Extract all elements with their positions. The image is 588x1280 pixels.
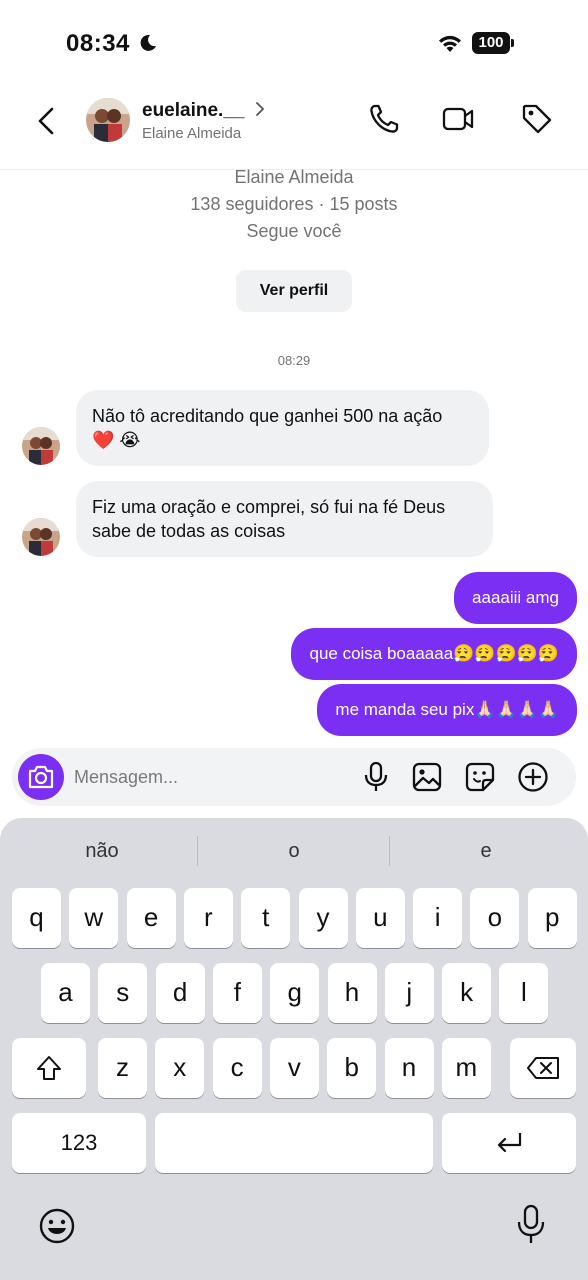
key-e[interactable]: e xyxy=(126,888,176,948)
key-t[interactable]: t xyxy=(241,888,291,948)
dictation-icon[interactable] xyxy=(514,1204,548,1246)
profile-summary: Elaine Almeida 138 seguidores · 15 posts… xyxy=(0,164,588,245)
shift-icon xyxy=(37,1056,61,1080)
back-chevron-icon[interactable] xyxy=(30,104,64,138)
outgoing-message[interactable]: aaaaiii amg xyxy=(454,572,577,624)
incoming-message[interactable]: Não tô acreditando que ganhei 500 na açã… xyxy=(76,390,489,466)
chevron-right-icon xyxy=(256,102,265,116)
key-x[interactable]: x xyxy=(155,1038,205,1098)
suggestion-divider xyxy=(389,836,390,866)
message-line: Fiz uma oração e comprei, só fui na fé D… xyxy=(92,497,446,517)
key-a[interactable]: a xyxy=(41,963,90,1023)
view-profile-button[interactable]: Ver perfil xyxy=(236,270,352,312)
outgoing-message[interactable]: me manda seu pix🙏🏻🙏🏻🙏🏻🙏🏻 xyxy=(317,684,577,736)
wifi-icon xyxy=(439,35,461,52)
avatar[interactable] xyxy=(86,98,130,142)
battery-nub xyxy=(511,39,514,47)
tag-icon[interactable] xyxy=(520,102,554,136)
sticker-icon[interactable] xyxy=(464,761,496,793)
microphone-icon[interactable] xyxy=(360,761,392,793)
key-p[interactable]: p xyxy=(527,888,577,948)
key-o[interactable]: o xyxy=(470,888,520,948)
key-s[interactable]: s xyxy=(98,963,148,1023)
message-line: sabe de todas as coisas xyxy=(92,521,286,541)
backspace-key[interactable] xyxy=(510,1038,576,1098)
message-composer xyxy=(12,748,576,806)
sender-avatar[interactable] xyxy=(22,518,60,556)
plus-icon[interactable] xyxy=(517,761,549,793)
suggestion-divider xyxy=(197,836,198,866)
incoming-message[interactable]: Fiz uma oração e comprei, só fui na fé D… xyxy=(76,481,493,557)
key-n[interactable]: n xyxy=(384,1038,434,1098)
key-f[interactable]: f xyxy=(212,963,262,1023)
moon-icon xyxy=(140,34,156,51)
key-c[interactable]: c xyxy=(212,1038,262,1098)
return-key[interactable] xyxy=(442,1113,576,1173)
key-z[interactable]: z xyxy=(98,1038,147,1098)
message-timestamp: 08:29 xyxy=(277,353,311,368)
return-icon xyxy=(497,1133,522,1153)
numbers-key[interactable]: 123 xyxy=(12,1113,146,1173)
backspace-icon xyxy=(527,1057,559,1079)
key-m[interactable]: m xyxy=(441,1038,491,1098)
message-line: Não tô acreditando que ganhei 500 na açã… xyxy=(92,406,443,426)
key-r[interactable]: r xyxy=(183,888,233,948)
shift-key[interactable] xyxy=(12,1038,86,1098)
key-w[interactable]: w xyxy=(69,888,119,948)
camera-button[interactable] xyxy=(18,754,64,800)
contact-username[interactable]: euelaine.__ xyxy=(142,100,244,122)
sender-avatar[interactable] xyxy=(22,427,60,465)
key-q[interactable]: q xyxy=(12,888,61,948)
contact-full-name: Elaine Almeida xyxy=(142,125,242,142)
key-y[interactable]: y xyxy=(298,888,348,948)
key-j[interactable]: j xyxy=(384,963,434,1023)
key-d[interactable]: d xyxy=(155,963,205,1023)
emoji-icon[interactable] xyxy=(38,1207,76,1245)
suggestion-1[interactable]: não xyxy=(7,836,197,866)
suggestion-3[interactable]: e xyxy=(391,836,581,866)
key-g[interactable]: g xyxy=(270,963,320,1023)
key-l[interactable]: l xyxy=(499,963,549,1023)
video-icon[interactable] xyxy=(441,102,475,136)
follow-status: Segue você xyxy=(246,221,342,241)
key-h[interactable]: h xyxy=(327,963,377,1023)
message-input[interactable] xyxy=(74,765,314,789)
phone-icon[interactable] xyxy=(367,102,401,136)
status-time: 08:34 xyxy=(66,30,130,57)
battery-level: 100 xyxy=(472,32,510,54)
outgoing-message[interactable]: que coisa boaaaaa😮‍💨😮‍💨😮‍💨😮‍💨😮‍💨 xyxy=(291,628,577,680)
keyboard: não o e qwertyuiop asdfghjkl zxcvbnm 123 xyxy=(0,818,588,1280)
key-u[interactable]: u xyxy=(355,888,405,948)
space-key[interactable] xyxy=(155,1113,433,1173)
status-bar: 08:34 100 xyxy=(0,0,588,88)
gallery-icon[interactable] xyxy=(411,761,443,793)
suggestion-2[interactable]: o xyxy=(199,836,389,866)
chat-header: euelaine.__ Elaine Almeida xyxy=(0,88,588,170)
key-k[interactable]: k xyxy=(442,963,492,1023)
battery-indicator: 100 xyxy=(472,32,514,54)
message-line: ❤️ 😭 xyxy=(92,430,141,450)
profile-name: Elaine Almeida xyxy=(234,167,354,187)
key-i[interactable]: i xyxy=(413,888,463,948)
key-v[interactable]: v xyxy=(269,1038,319,1098)
profile-stats: 138 seguidores · 15 posts xyxy=(190,194,398,214)
camera-icon xyxy=(28,765,54,789)
key-b[interactable]: b xyxy=(327,1038,377,1098)
